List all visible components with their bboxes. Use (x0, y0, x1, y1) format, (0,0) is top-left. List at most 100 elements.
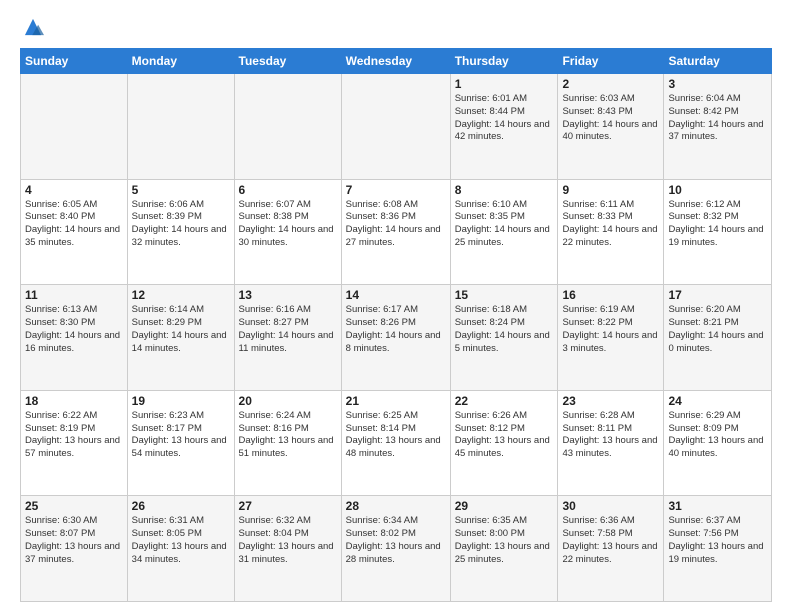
page-header (20, 16, 772, 38)
day-number: 11 (25, 288, 123, 302)
calendar-week-4: 18 Sunrise: 6:22 AM Sunset: 8:19 PM Dayli… (21, 390, 772, 496)
calendar-cell: 14 Sunrise: 6:17 AM Sunset: 8:26 PM Dayli… (341, 285, 450, 391)
calendar-cell: 7 Sunrise: 6:08 AM Sunset: 8:36 PM Daylig… (341, 179, 450, 285)
day-number: 20 (239, 394, 337, 408)
day-number: 7 (346, 183, 446, 197)
day-info: Sunrise: 6:05 AM Sunset: 8:40 PM Dayligh… (25, 199, 123, 250)
day-info: Sunrise: 6:11 AM Sunset: 8:33 PM Dayligh… (562, 199, 659, 250)
day-info: Sunrise: 6:28 AM Sunset: 8:11 PM Dayligh… (562, 410, 659, 461)
calendar-cell: 19 Sunrise: 6:23 AM Sunset: 8:17 PM Dayli… (127, 390, 234, 496)
calendar: SundayMondayTuesdayWednesdayThursdayFrid… (20, 48, 772, 602)
day-info: Sunrise: 6:08 AM Sunset: 8:36 PM Dayligh… (346, 199, 446, 250)
day-info: Sunrise: 6:20 AM Sunset: 8:21 PM Dayligh… (668, 304, 767, 355)
day-info: Sunrise: 6:31 AM Sunset: 8:05 PM Dayligh… (132, 515, 230, 566)
calendar-table: SundayMondayTuesdayWednesdayThursdayFrid… (20, 48, 772, 602)
calendar-cell (234, 74, 341, 180)
day-number: 26 (132, 499, 230, 513)
calendar-cell: 6 Sunrise: 6:07 AM Sunset: 8:38 PM Daylig… (234, 179, 341, 285)
calendar-cell: 29 Sunrise: 6:35 AM Sunset: 8:00 PM Dayli… (450, 496, 558, 602)
calendar-cell: 10 Sunrise: 6:12 AM Sunset: 8:32 PM Dayli… (664, 179, 772, 285)
day-number: 27 (239, 499, 337, 513)
calendar-cell: 21Sunrise: 6:25 AM Sunset: 8:14 PM Dayli… (341, 390, 450, 496)
day-info: Sunrise: 6:04 AM Sunset: 8:42 PM Dayligh… (668, 93, 767, 144)
calendar-cell: 31 Sunrise: 6:37 AM Sunset: 7:56 PM Dayli… (664, 496, 772, 602)
calendar-cell: 3 Sunrise: 6:04 AM Sunset: 8:42 PM Daylig… (664, 74, 772, 180)
day-info: Sunrise: 6:19 AM Sunset: 8:22 PM Dayligh… (562, 304, 659, 355)
day-info: Sunrise: 6:22 AM Sunset: 8:19 PM Dayligh… (25, 410, 123, 461)
day-info: Sunrise: 6:13 AM Sunset: 8:30 PM Dayligh… (25, 304, 123, 355)
header-friday: Friday (558, 49, 664, 74)
calendar-cell: 28 Sunrise: 6:34 AM Sunset: 8:02 PM Dayli… (341, 496, 450, 602)
day-number: 6 (239, 183, 337, 197)
day-number: 16 (562, 288, 659, 302)
calendar-cell: 4 Sunrise: 6:05 AM Sunset: 8:40 PM Daylig… (21, 179, 128, 285)
calendar-cell: 15 Sunrise: 6:18 AM Sunset: 8:24 PM Dayli… (450, 285, 558, 391)
calendar-cell: 16 Sunrise: 6:19 AM Sunset: 8:22 PM Dayli… (558, 285, 664, 391)
calendar-cell: 26 Sunrise: 6:31 AM Sunset: 8:05 PM Dayli… (127, 496, 234, 602)
calendar-cell: 17 Sunrise: 6:20 AM Sunset: 8:21 PM Dayli… (664, 285, 772, 391)
day-number: 15 (455, 288, 554, 302)
calendar-cell: 24 Sunrise: 6:29 AM Sunset: 8:09 PM Dayli… (664, 390, 772, 496)
calendar-cell: 22Sunrise: 6:26 AM Sunset: 8:12 PM Dayli… (450, 390, 558, 496)
calendar-cell: 5 Sunrise: 6:06 AM Sunset: 8:39 PM Daylig… (127, 179, 234, 285)
day-number: 25 (25, 499, 123, 513)
header-thursday: Thursday (450, 49, 558, 74)
day-info: Sunrise: 6:37 AM Sunset: 7:56 PM Dayligh… (668, 515, 767, 566)
calendar-header-row: SundayMondayTuesdayWednesdayThursdayFrid… (21, 49, 772, 74)
day-info: Sunrise: 6:03 AM Sunset: 8:43 PM Dayligh… (562, 93, 659, 144)
day-number: 30 (562, 499, 659, 513)
calendar-cell: 20 Sunrise: 6:24 AM Sunset: 8:16 PM Dayli… (234, 390, 341, 496)
day-number: 29 (455, 499, 554, 513)
day-number: 4 (25, 183, 123, 197)
day-number: 10 (668, 183, 767, 197)
day-info: Sunrise: 6:29 AM Sunset: 8:09 PM Dayligh… (668, 410, 767, 461)
calendar-week-2: 4 Sunrise: 6:05 AM Sunset: 8:40 PM Daylig… (21, 179, 772, 285)
day-info: Sunrise: 6:16 AM Sunset: 8:27 PM Dayligh… (239, 304, 337, 355)
header-saturday: Saturday (664, 49, 772, 74)
day-info: Sunrise: 6:10 AM Sunset: 8:35 PM Dayligh… (455, 199, 554, 250)
header-tuesday: Tuesday (234, 49, 341, 74)
calendar-cell: 9Sunrise: 6:11 AM Sunset: 8:33 PM Daylig… (558, 179, 664, 285)
day-info: Sunrise: 6:35 AM Sunset: 8:00 PM Dayligh… (455, 515, 554, 566)
day-number: 5 (132, 183, 230, 197)
day-info: Sunrise: 6:07 AM Sunset: 8:38 PM Dayligh… (239, 199, 337, 250)
day-info: Sunrise: 6:06 AM Sunset: 8:39 PM Dayligh… (132, 199, 230, 250)
logo-icon (22, 16, 44, 38)
day-info: Sunrise: 6:23 AM Sunset: 8:17 PM Dayligh… (132, 410, 230, 461)
calendar-week-5: 25Sunrise: 6:30 AM Sunset: 8:07 PM Dayli… (21, 496, 772, 602)
calendar-cell: 23Sunrise: 6:28 AM Sunset: 8:11 PM Dayli… (558, 390, 664, 496)
day-number: 19 (132, 394, 230, 408)
day-info: Sunrise: 6:26 AM Sunset: 8:12 PM Dayligh… (455, 410, 554, 461)
day-number: 8 (455, 183, 554, 197)
day-number: 3 (668, 77, 767, 91)
calendar-cell: 25Sunrise: 6:30 AM Sunset: 8:07 PM Dayli… (21, 496, 128, 602)
day-number: 18 (25, 394, 123, 408)
calendar-cell: 27 Sunrise: 6:32 AM Sunset: 8:04 PM Dayli… (234, 496, 341, 602)
day-info: Sunrise: 6:12 AM Sunset: 8:32 PM Dayligh… (668, 199, 767, 250)
day-number: 24 (668, 394, 767, 408)
day-number: 31 (668, 499, 767, 513)
header-monday: Monday (127, 49, 234, 74)
day-number: 17 (668, 288, 767, 302)
calendar-cell: 2Sunrise: 6:03 AM Sunset: 8:43 PM Daylig… (558, 74, 664, 180)
day-number: 14 (346, 288, 446, 302)
calendar-cell: 1Sunrise: 6:01 AM Sunset: 8:44 PM Daylig… (450, 74, 558, 180)
day-info: Sunrise: 6:17 AM Sunset: 8:26 PM Dayligh… (346, 304, 446, 355)
calendar-cell: 30Sunrise: 6:36 AM Sunset: 7:58 PM Dayli… (558, 496, 664, 602)
day-info: Sunrise: 6:18 AM Sunset: 8:24 PM Dayligh… (455, 304, 554, 355)
day-info: Sunrise: 6:01 AM Sunset: 8:44 PM Dayligh… (455, 93, 554, 144)
calendar-cell (127, 74, 234, 180)
day-info: Sunrise: 6:14 AM Sunset: 8:29 PM Dayligh… (132, 304, 230, 355)
calendar-cell: 11 Sunrise: 6:13 AM Sunset: 8:30 PM Dayli… (21, 285, 128, 391)
calendar-week-1: 1Sunrise: 6:01 AM Sunset: 8:44 PM Daylig… (21, 74, 772, 180)
calendar-week-3: 11 Sunrise: 6:13 AM Sunset: 8:30 PM Dayli… (21, 285, 772, 391)
day-info: Sunrise: 6:34 AM Sunset: 8:02 PM Dayligh… (346, 515, 446, 566)
day-number: 28 (346, 499, 446, 513)
logo (20, 16, 44, 38)
header-wednesday: Wednesday (341, 49, 450, 74)
calendar-cell: 18 Sunrise: 6:22 AM Sunset: 8:19 PM Dayli… (21, 390, 128, 496)
day-number: 12 (132, 288, 230, 302)
day-info: Sunrise: 6:24 AM Sunset: 8:16 PM Dayligh… (239, 410, 337, 461)
day-number: 21 (346, 394, 446, 408)
day-info: Sunrise: 6:32 AM Sunset: 8:04 PM Dayligh… (239, 515, 337, 566)
